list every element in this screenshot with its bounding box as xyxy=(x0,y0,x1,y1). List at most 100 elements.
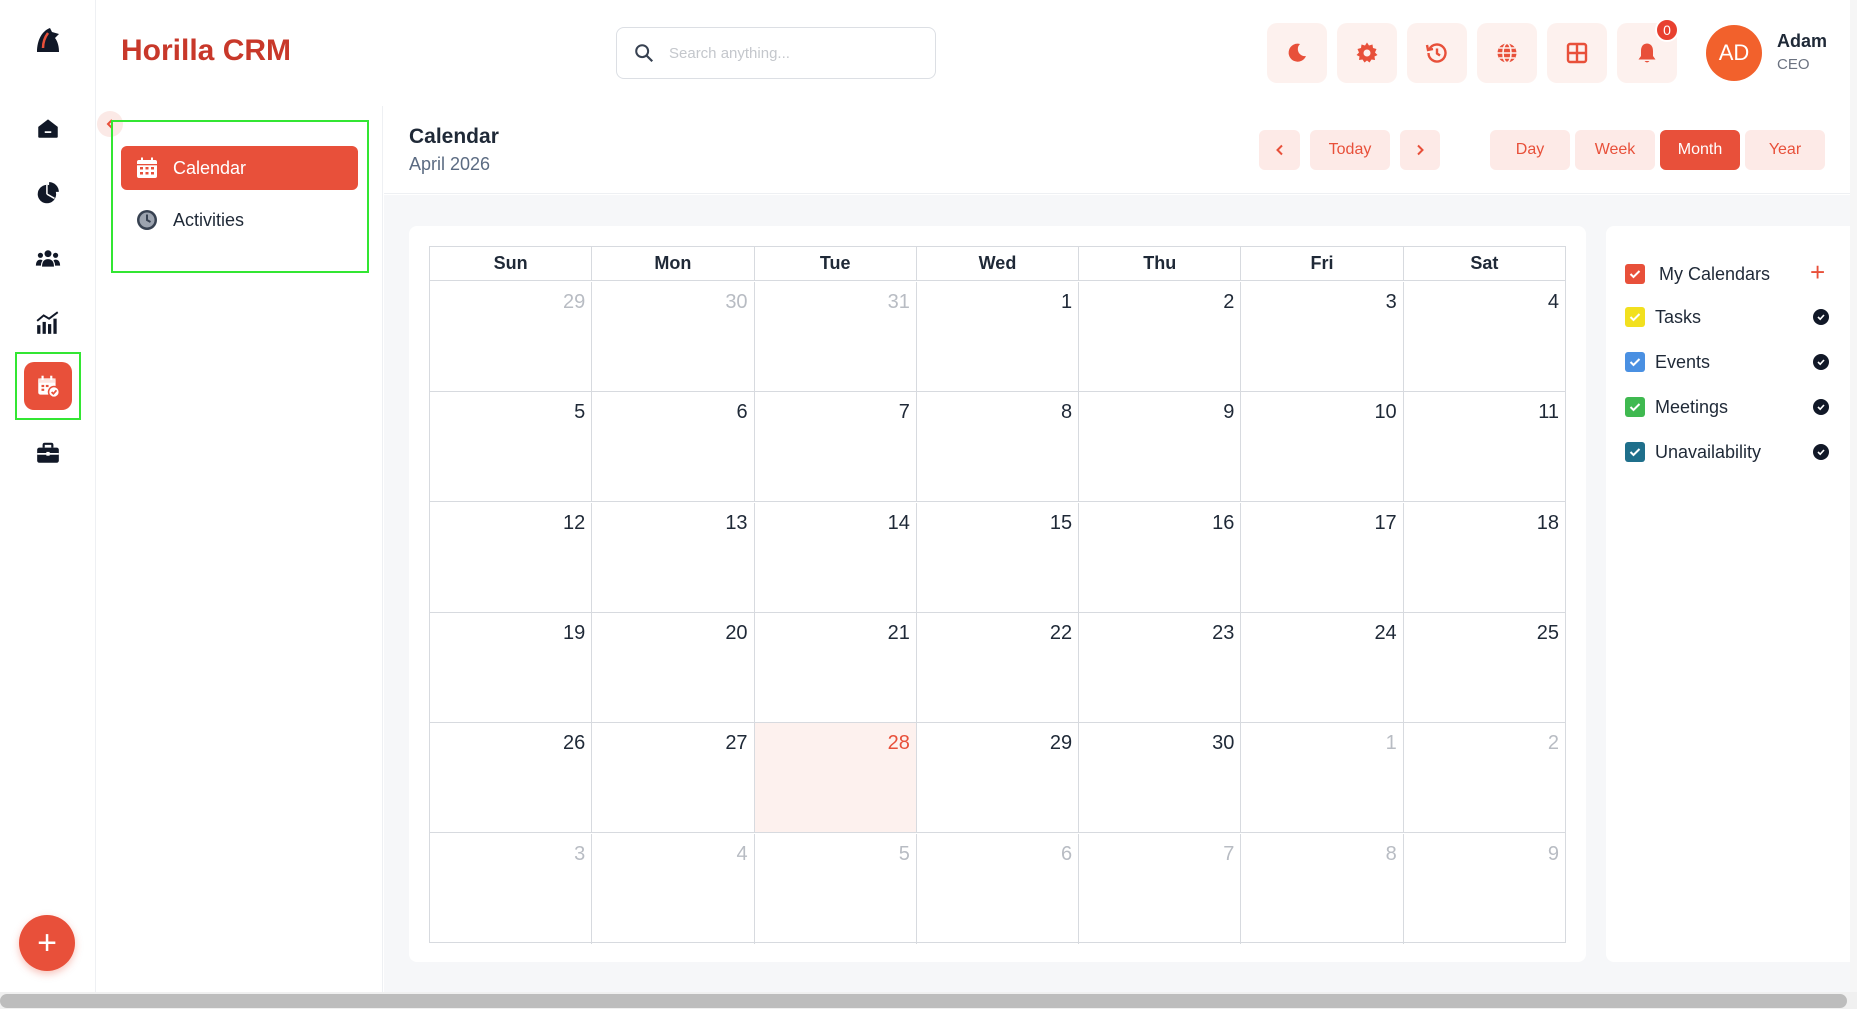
home-icon[interactable] xyxy=(24,104,72,152)
day-cell[interactable]: 1 xyxy=(917,282,1080,391)
filter-checkbox[interactable] xyxy=(1625,307,1645,327)
quick-add-button[interactable]: + xyxy=(19,915,75,971)
subnav-item-calendar[interactable]: Calendar xyxy=(121,146,358,190)
filter-checkbox[interactable] xyxy=(1625,352,1645,372)
day-cell[interactable]: 4 xyxy=(1404,282,1565,391)
day-cell[interactable]: 3 xyxy=(1241,282,1404,391)
my-calendars-checkbox[interactable] xyxy=(1625,264,1645,284)
day-cell[interactable]: 20 xyxy=(592,612,755,722)
filter-options-button[interactable] xyxy=(1813,444,1829,460)
month-grid: Sun Mon Tue Wed Thu Fri Sat 29 30 31 1 2 3 4 5 6… xyxy=(429,246,1566,944)
filter-checkbox[interactable] xyxy=(1625,397,1645,417)
weekday-header: Mon xyxy=(592,247,755,280)
calendar-check-icon[interactable] xyxy=(24,362,72,410)
day-cell[interactable]: 7 xyxy=(755,392,917,502)
briefcase-icon[interactable] xyxy=(24,429,72,477)
day-cell[interactable]: 6 xyxy=(917,833,1080,944)
filter-label: Meetings xyxy=(1655,396,1729,417)
filter-item[interactable]: Events xyxy=(1625,350,1835,374)
dark-mode-button[interactable] xyxy=(1267,23,1327,83)
horizontal-scrollbar-thumb[interactable] xyxy=(0,994,1847,1008)
day-cell[interactable]: 14 xyxy=(755,502,917,612)
day-cell[interactable]: 16 xyxy=(1079,502,1242,612)
day-cell[interactable]: 13 xyxy=(592,502,755,612)
day-cell[interactable]: 3 xyxy=(430,833,593,944)
today-button[interactable]: Today xyxy=(1310,130,1390,170)
day-number: 8 xyxy=(1385,842,1397,865)
day-number: 9 xyxy=(1223,401,1235,424)
day-cell[interactable]: 21 xyxy=(755,612,917,722)
apps-button[interactable] xyxy=(1547,23,1607,83)
day-cell[interactable]: 5 xyxy=(755,833,917,944)
settings-button[interactable] xyxy=(1337,23,1397,83)
day-cell[interactable]: 30 xyxy=(1079,723,1242,833)
day-cell[interactable]: 12 xyxy=(430,502,593,612)
subnav-item-activities[interactable]: Activities xyxy=(121,198,358,242)
day-cell[interactable]: 17 xyxy=(1241,502,1404,612)
filter-item[interactable]: Unavailability xyxy=(1625,440,1835,464)
day-cell[interactable]: 26 xyxy=(430,723,593,833)
analytics-icon[interactable] xyxy=(24,299,72,347)
day-cell[interactable]: 18 xyxy=(1404,503,1565,612)
day-cell[interactable]: 29 xyxy=(430,282,593,391)
day-cell[interactable]: 23 xyxy=(1079,612,1242,722)
day-cell[interactable]: 27 xyxy=(592,723,755,833)
next-month-button[interactable] xyxy=(1400,130,1440,170)
filter-item[interactable]: Tasks xyxy=(1625,305,1835,329)
filter-item[interactable]: Meetings xyxy=(1625,395,1835,419)
search-input[interactable] xyxy=(669,44,909,62)
notification-badge: 0 xyxy=(1655,18,1679,42)
avatar[interactable]: AD xyxy=(1706,25,1762,81)
day-cell[interactable]: 9 xyxy=(1404,834,1565,944)
day-cell[interactable]: 6 xyxy=(592,392,755,502)
app-logo[interactable] xyxy=(32,24,64,56)
add-calendar-button[interactable]: + xyxy=(1810,259,1825,285)
day-cell[interactable]: 24 xyxy=(1241,612,1404,722)
day-number: 1 xyxy=(1061,291,1073,313)
day-cell[interactable]: 2 xyxy=(1079,282,1242,391)
check-icon xyxy=(1629,403,1641,412)
view-year-button[interactable]: Year xyxy=(1745,130,1825,170)
filter-options-button[interactable] xyxy=(1813,354,1829,370)
view-month-button[interactable]: Month xyxy=(1660,130,1740,170)
prev-month-button[interactable] xyxy=(1259,130,1300,170)
filter-options-button[interactable] xyxy=(1813,399,1829,415)
day-cell[interactable]: 31 xyxy=(755,282,917,391)
filter-my-calendars[interactable]: My Calendars xyxy=(1625,262,1835,286)
day-cell[interactable]: 29 xyxy=(917,723,1080,833)
day-cell[interactable]: 2 xyxy=(1404,723,1565,832)
day-cell[interactable]: 30 xyxy=(592,282,755,391)
day-cell[interactable]: 15 xyxy=(917,502,1080,612)
page-title: Calendar xyxy=(409,125,499,148)
day-number: 2 xyxy=(1547,732,1559,755)
day-cell[interactable]: 1 xyxy=(1241,723,1404,833)
view-week-button[interactable]: Week xyxy=(1575,130,1655,170)
search-box[interactable] xyxy=(616,27,936,79)
day-cell[interactable]: 4 xyxy=(592,833,755,944)
day-number: 22 xyxy=(1049,621,1073,644)
day-cell[interactable]: 22 xyxy=(917,612,1080,722)
day-cell[interactable]: 8 xyxy=(917,392,1080,502)
day-cell[interactable]: 11 xyxy=(1404,392,1565,501)
day-number: 2 xyxy=(1223,291,1235,313)
check-icon xyxy=(1817,404,1825,411)
subnav-item-label: Activities xyxy=(173,209,245,230)
history-button[interactable] xyxy=(1407,23,1467,83)
day-cell[interactable]: 8 xyxy=(1241,833,1404,944)
users-icon[interactable] xyxy=(24,234,72,282)
day-cell[interactable]: 5 xyxy=(430,392,593,502)
day-cell[interactable]: 9 xyxy=(1079,392,1242,502)
pie-chart-icon[interactable] xyxy=(24,169,72,217)
day-cell[interactable]: 19 xyxy=(430,612,593,722)
day-number: 28 xyxy=(887,732,910,755)
view-day-button[interactable]: Day xyxy=(1490,130,1570,170)
language-button[interactable] xyxy=(1477,23,1537,83)
filter-checkbox[interactable] xyxy=(1625,442,1645,462)
day-cell[interactable]: 7 xyxy=(1079,833,1242,944)
day-cell[interactable]: 25 xyxy=(1404,613,1565,722)
day-cell[interactable]: 10 xyxy=(1241,392,1404,502)
filter-options-button[interactable] xyxy=(1813,309,1829,325)
day-cell-today[interactable]: 28 xyxy=(754,723,917,833)
chevron-left-icon xyxy=(1275,144,1283,156)
day-number: 1 xyxy=(1385,732,1397,755)
